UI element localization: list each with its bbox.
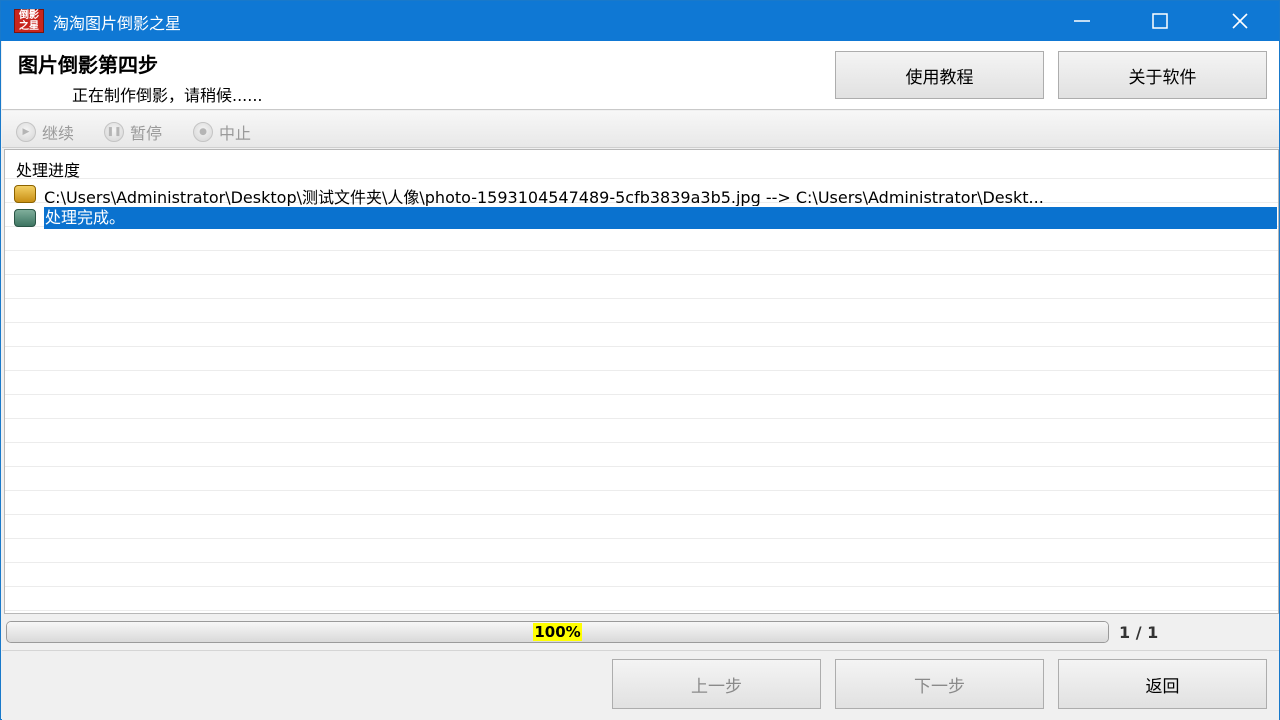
app-logo-icon: 倒影 之星 bbox=[14, 9, 44, 33]
log-header: 处理进度 bbox=[16, 161, 81, 180]
stop-icon: ● bbox=[193, 122, 213, 142]
continue-label: 继续 bbox=[42, 124, 75, 143]
progress-log-list[interactable]: 处理进度 C:\Users\Administrator\Desktop\测试文件… bbox=[4, 149, 1279, 614]
pause-label: 暂停 bbox=[130, 124, 163, 143]
continue-button[interactable]: ▶ 继续 bbox=[16, 120, 74, 144]
stop-label: 中止 bbox=[219, 124, 252, 143]
app-window: 倒影 之星 淘淘图片倒影之星 图片倒影第四步 正在制作倒影，请稍候...... 使… bbox=[0, 0, 1280, 720]
progress-bar: 100% bbox=[6, 621, 1109, 643]
page-title: 图片倒影第四步 bbox=[18, 53, 158, 77]
list-item-text: 处理完成。 bbox=[44, 207, 1277, 229]
maximize-icon bbox=[1152, 13, 1168, 29]
minimize-icon bbox=[1074, 20, 1090, 22]
footer: 上一步 下一步 返回 bbox=[2, 652, 1279, 720]
pause-icon: ❚❚ bbox=[104, 122, 124, 142]
tutorial-button[interactable]: 使用教程 bbox=[835, 51, 1044, 99]
progress-percent: 100% bbox=[533, 623, 582, 641]
pause-button[interactable]: ❚❚ 暂停 bbox=[104, 120, 162, 144]
toolbar: ▶ 继续 ❚❚ 暂停 ● 中止 bbox=[2, 111, 1279, 148]
back-button[interactable]: 返回 bbox=[1058, 659, 1267, 709]
progress-area: 100% 1 / 1 bbox=[2, 615, 1279, 651]
list-item-text: C:\Users\Administrator\Desktop\测试文件夹\人像\… bbox=[44, 188, 1044, 206]
previous-step-button[interactable]: 上一步 bbox=[612, 659, 821, 709]
window-title: 淘淘图片倒影之星 bbox=[53, 14, 182, 33]
progress-count: 1 / 1 bbox=[1119, 623, 1159, 642]
list-item[interactable]: C:\Users\Administrator\Desktop\测试文件夹\人像\… bbox=[5, 183, 1278, 206]
next-step-button[interactable]: 下一步 bbox=[835, 659, 1044, 709]
close-button[interactable] bbox=[1201, 1, 1279, 41]
done-icon bbox=[14, 209, 36, 227]
status-text: 正在制作倒影，请稍候...... bbox=[72, 86, 263, 105]
folder-icon bbox=[14, 185, 36, 203]
list-item-selected[interactable]: 处理完成。 bbox=[5, 207, 1278, 230]
close-icon bbox=[1232, 13, 1248, 29]
play-icon: ▶ bbox=[16, 122, 36, 142]
step-header: 图片倒影第四步 正在制作倒影，请稍候...... 使用教程 关于软件 bbox=[2, 41, 1279, 110]
maximize-button[interactable] bbox=[1121, 1, 1199, 41]
title-bar[interactable]: 倒影 之星 淘淘图片倒影之星 bbox=[1, 1, 1279, 41]
about-button[interactable]: 关于软件 bbox=[1058, 51, 1267, 99]
minimize-button[interactable] bbox=[1043, 1, 1121, 41]
stop-button[interactable]: ● 中止 bbox=[193, 120, 251, 144]
